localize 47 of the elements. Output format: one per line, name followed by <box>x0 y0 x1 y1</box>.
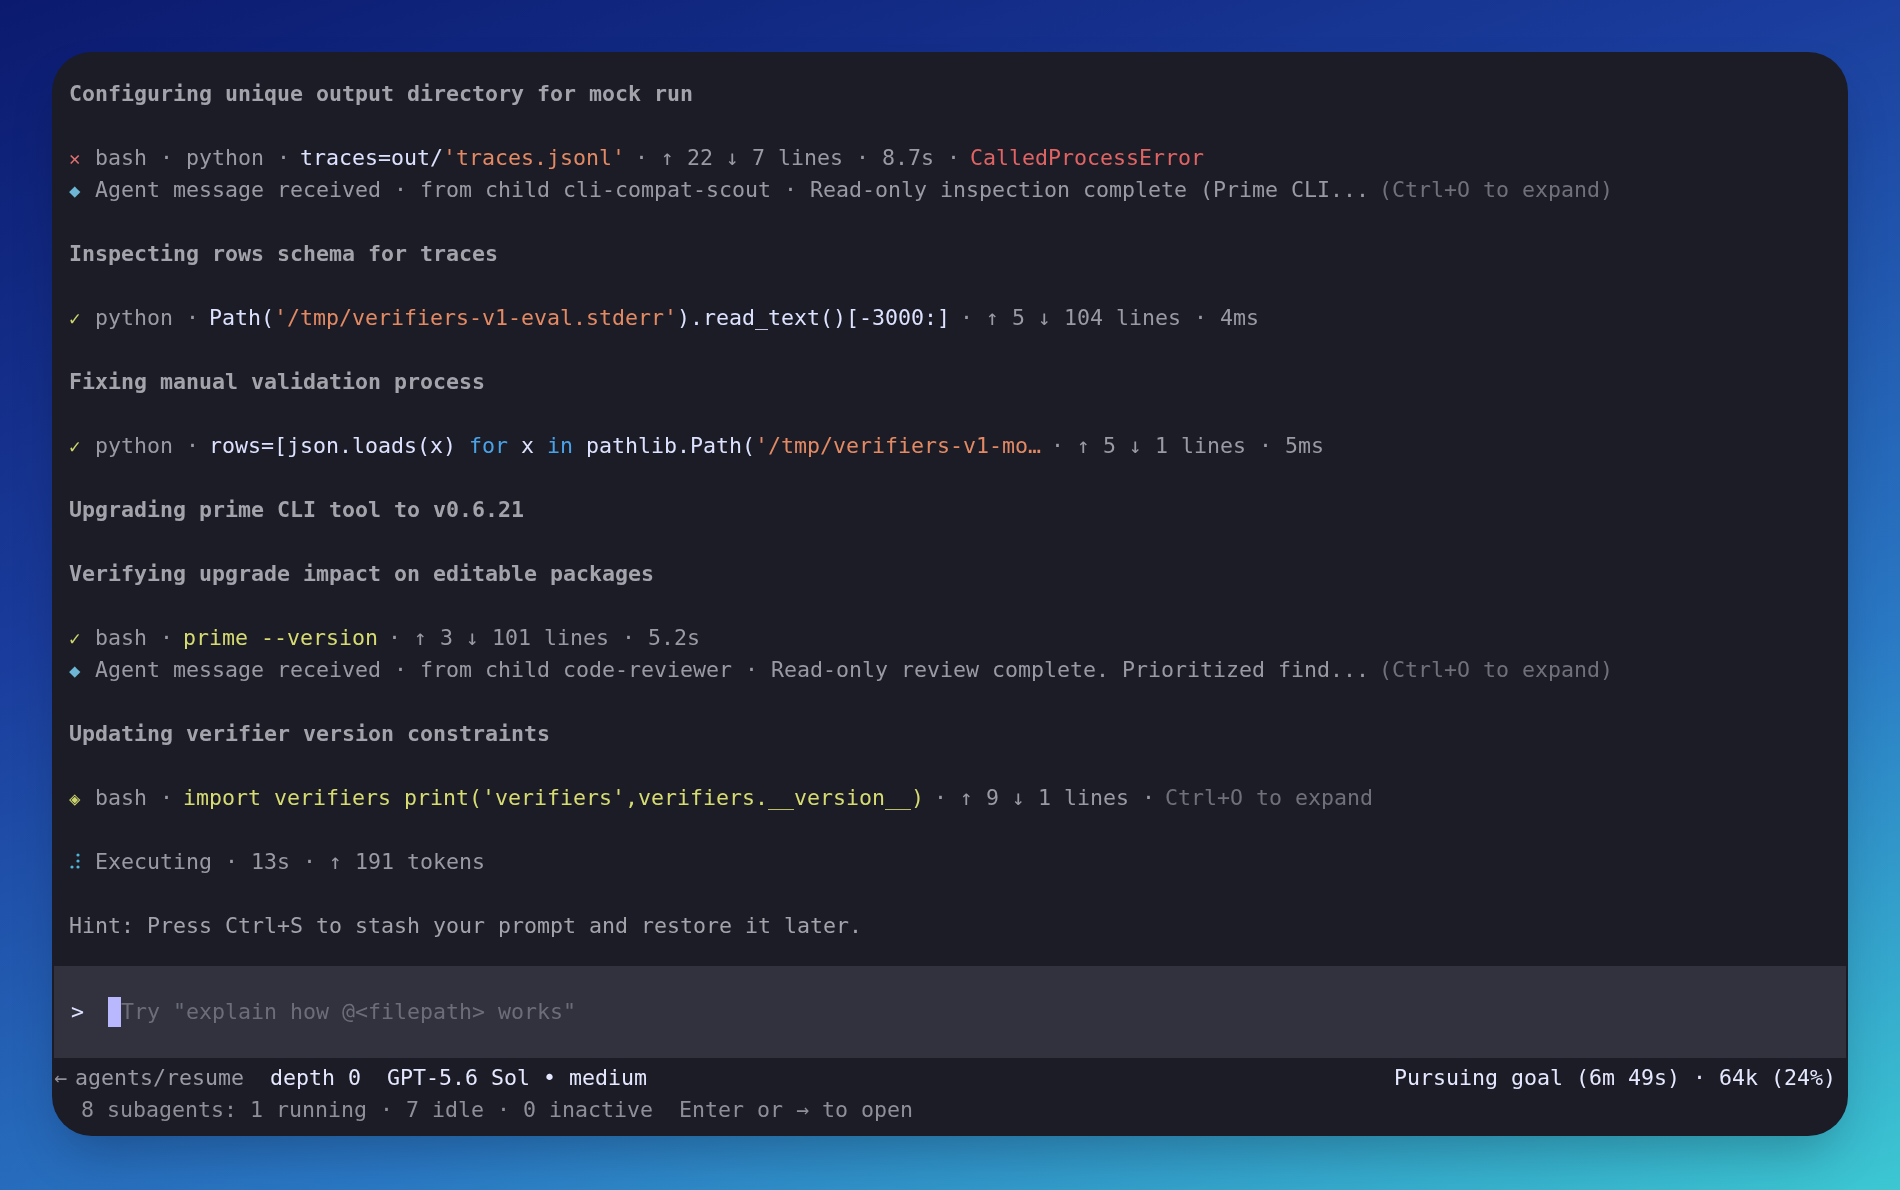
step-heading: Inspecting rows schema for traces <box>69 239 499 268</box>
open-hint: Enter or → to open <box>679 1095 914 1124</box>
meta-text: · ↑ 9 ↓ 1 lines · <box>934 783 1156 812</box>
step-heading: Updating verifier version constraints <box>69 719 551 748</box>
status-icon: ✕ <box>69 143 85 173</box>
status-icon: ◆ <box>69 175 85 205</box>
goal-status: Pursuing goal (6m 49s) · 64k (24%) <box>1393 1063 1836 1092</box>
meta-text: Agent message received · from child cli-compat-scout · Read-only inspection complete (Prime CLI... <box>95 175 1370 204</box>
command-text: traces=out/'traces.jsonl' <box>300 143 626 172</box>
command-text: import verifiers print('verifiers',verifiers.__version__) <box>183 783 925 812</box>
meta-text: Executing · 13s · ↑ 191 tokens <box>95 847 486 876</box>
step-heading: Upgrading prime CLI tool to v0.6.21 <box>69 495 525 524</box>
agent-path: agents/resume <box>75 1063 245 1092</box>
prompt-field[interactable]: > Try "explain how @<filepath> works" <box>54 966 1846 1058</box>
meta-text: · ↑ 5 ↓ 104 lines · 4ms <box>960 303 1260 332</box>
status-icon: ◈ <box>69 783 85 813</box>
back-arrow-icon[interactable]: ← <box>54 1061 67 1095</box>
hint-text: Hint: Press Ctrl+S to stash your prompt and restore it later. <box>69 911 863 940</box>
meta-text: · ↑ 3 ↓ 101 lines · 5.2s <box>388 623 701 652</box>
text-cursor <box>108 997 121 1027</box>
command-text: prime --version <box>183 623 379 652</box>
step-heading: Verifying upgrade impact on editable packages <box>69 559 655 588</box>
step-heading: Fixing manual validation process <box>69 367 486 396</box>
status-icon: ✓ <box>69 303 85 333</box>
depth-label: depth 0 <box>270 1063 362 1092</box>
meta-text: python · <box>95 303 199 332</box>
meta-text: bash · python · <box>95 143 290 172</box>
meta-text: bash · <box>95 623 173 652</box>
status-icon: ✓ <box>69 431 85 461</box>
model-label: GPT-5.6 Sol • medium <box>387 1063 648 1092</box>
error-text: CalledProcessError <box>970 143 1205 172</box>
step-heading: Configuring unique output directory for mock run <box>69 79 694 108</box>
status-icon: ✓ <box>69 623 85 653</box>
meta-text: Agent message received · from child code-reviewer · Read-only review complete. Prioritized find... <box>95 655 1370 684</box>
prompt-placeholder: Try "explain how @<filepath> works" <box>121 997 577 1026</box>
expand-hint: Ctrl+O to expand <box>1165 783 1374 812</box>
command-text: Path('/tmp/verifiers-v1-eval.stderr').read_text()[-3000:] <box>209 303 951 332</box>
status-icon: ◆ <box>69 655 85 685</box>
expand-hint: (Ctrl+O to expand) <box>1379 655 1614 684</box>
meta-text: · ↑ 22 ↓ 7 lines · 8.7s · <box>635 143 961 172</box>
expand-hint: (Ctrl+O to expand) <box>1379 175 1614 204</box>
meta-text: · ↑ 5 ↓ 1 lines · 5ms <box>1051 431 1325 460</box>
meta-text: bash · <box>95 783 173 812</box>
subagents-summary: 8 subagents: 1 running · 7 idle · 0 inactive <box>81 1095 654 1124</box>
prompt-symbol: > <box>71 997 84 1026</box>
meta-text: python · <box>95 431 199 460</box>
command-text: rows=[json.loads(x) for x in pathlib.Path('/tmp/verifiers-v1-mo… <box>209 431 1042 460</box>
